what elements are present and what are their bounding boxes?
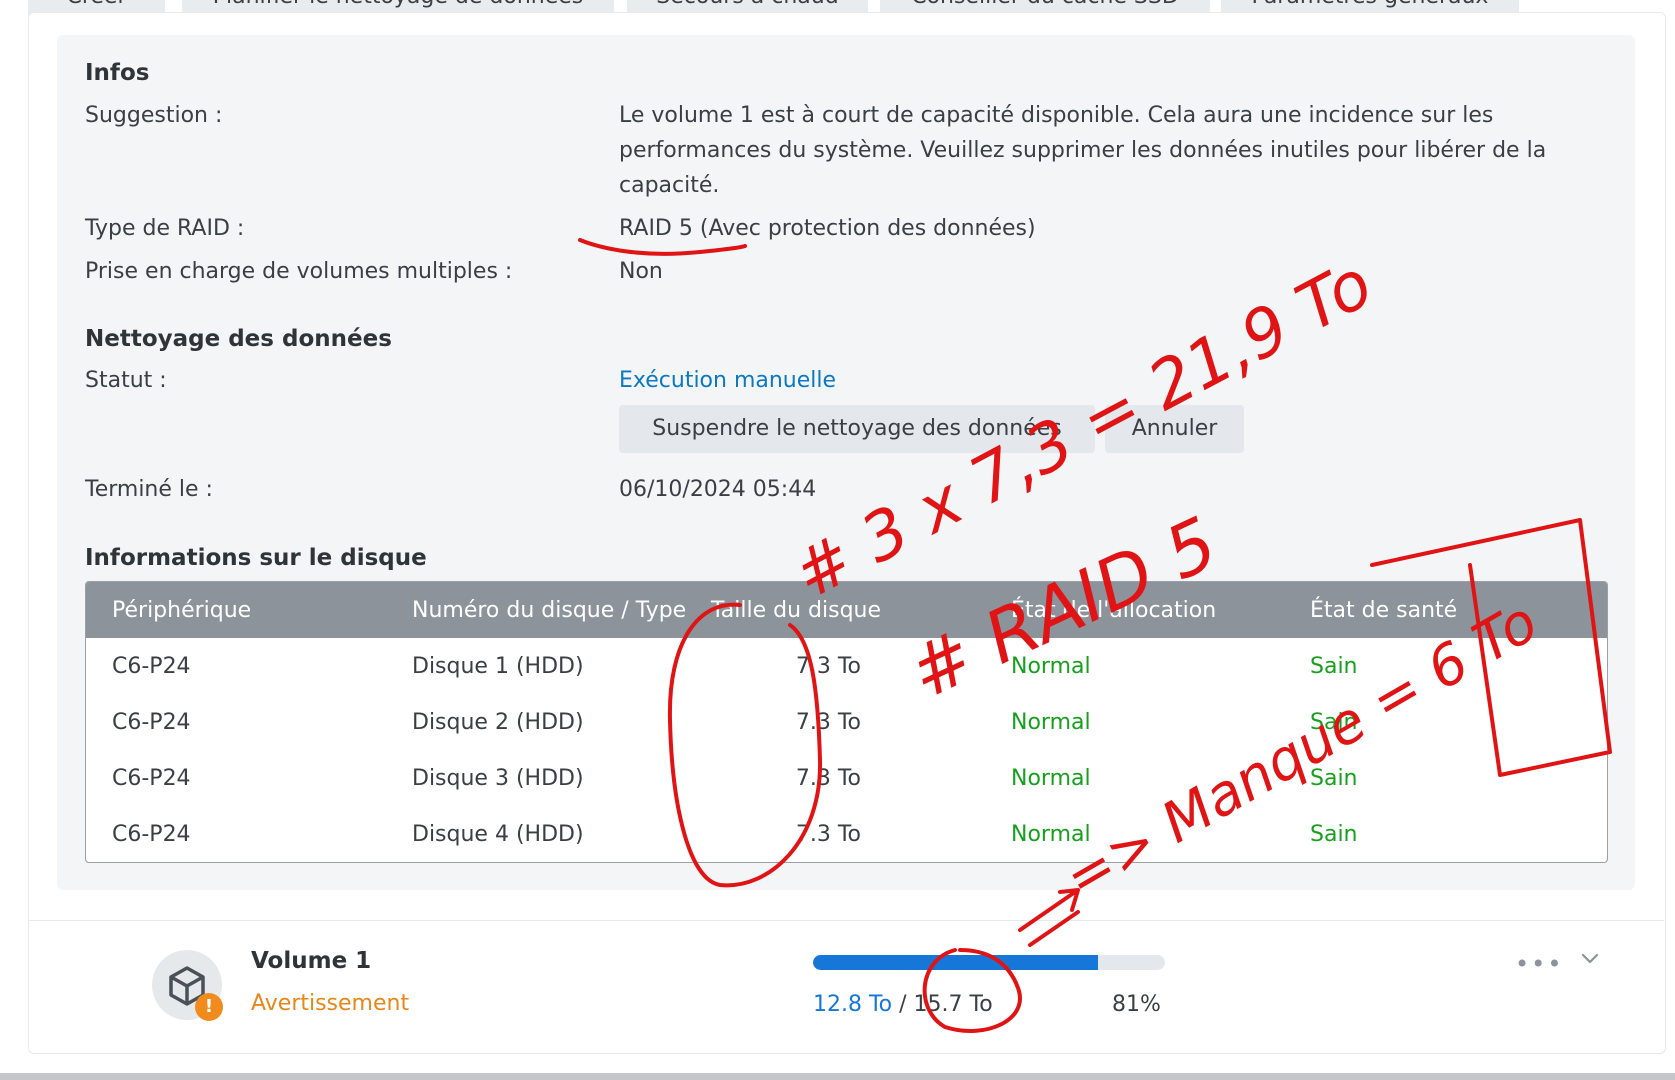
- cell-disk: Disque 1 (HDD): [412, 654, 584, 679]
- cell-allocation: Normal: [1011, 766, 1091, 791]
- cell-size: 7.3 To: [795, 710, 861, 735]
- more-options-icon[interactable]: •••: [1515, 950, 1563, 978]
- multi-volume-label: Prise en charge de volumes multiples :: [85, 259, 513, 284]
- scrub-done-value: 06/10/2024 05:44: [619, 477, 817, 502]
- suspend-scrub-button[interactable]: Suspendre le nettoyage des données: [619, 405, 1095, 453]
- warning-icon: !: [195, 993, 223, 1021]
- raid-type-value: RAID 5 (Avec protection des données): [619, 216, 1036, 241]
- volume-usage-bar: [813, 955, 1165, 970]
- scrub-title: Nettoyage des données: [85, 326, 392, 352]
- cell-size: 7.3 To: [795, 766, 861, 791]
- volume-percent: 81%: [1112, 992, 1161, 1017]
- cell-device: C6-P24: [112, 654, 191, 679]
- col-device[interactable]: Périphérique: [112, 598, 251, 623]
- suggestion-line-3: capacité.: [619, 173, 720, 198]
- bottom-scroll-edge: [0, 1073, 1675, 1080]
- cancel-scrub-button[interactable]: Annuler: [1105, 405, 1244, 453]
- volume-usage-text: 12.8 To / 15.7 To: [813, 992, 993, 1017]
- scrub-status-link[interactable]: Exécution manuelle: [619, 368, 836, 393]
- cell-disk: Disque 2 (HDD): [412, 710, 584, 735]
- suggestion-label: Suggestion :: [85, 103, 223, 128]
- cell-disk: Disque 3 (HDD): [412, 766, 584, 791]
- infos-title: Infos: [85, 60, 150, 86]
- cell-device: C6-P24: [112, 822, 191, 847]
- volume-name[interactable]: Volume 1: [251, 948, 371, 974]
- cell-allocation: Normal: [1011, 822, 1091, 847]
- volume-usage-fill: [813, 955, 1099, 970]
- scrub-done-label: Terminé le :: [85, 477, 213, 502]
- cell-allocation: Normal: [1011, 654, 1091, 679]
- col-health[interactable]: État de santé: [1310, 598, 1457, 623]
- suggestion-line-1: Le volume 1 est à court de capacité disp…: [619, 103, 1494, 128]
- disk-table-header: Périphérique Numéro du disque / Type Tai…: [86, 582, 1607, 638]
- cell-allocation: Normal: [1011, 710, 1091, 735]
- cell-health: Sain: [1310, 654, 1358, 679]
- cell-health: Sain: [1310, 766, 1358, 791]
- chevron-down-icon[interactable]: [1580, 948, 1600, 968]
- cell-device: C6-P24: [112, 766, 191, 791]
- disk-info-title: Informations sur le disque: [85, 545, 427, 571]
- col-disk-number[interactable]: Numéro du disque / Type: [412, 598, 686, 623]
- volume-used: 12.8 To: [813, 992, 893, 1017]
- section-divider: [28, 920, 1664, 921]
- volume-separator: /: [892, 992, 914, 1017]
- disk-table: Périphérique Numéro du disque / Type Tai…: [85, 581, 1608, 863]
- cell-disk: Disque 4 (HDD): [412, 822, 584, 847]
- scrub-status-label: Statut :: [85, 368, 167, 393]
- cell-health: Sain: [1310, 822, 1358, 847]
- col-allocation[interactable]: État de l'allocation: [1011, 598, 1216, 623]
- cell-size: 7.3 To: [795, 822, 861, 847]
- multi-volume-value: Non: [619, 259, 663, 284]
- cell-size: 7.3 To: [795, 654, 861, 679]
- cell-health: Sain: [1310, 710, 1358, 735]
- volume-status: Avertissement: [251, 991, 410, 1016]
- col-disk-size[interactable]: Taille du disque: [711, 598, 881, 623]
- raid-type-label: Type de RAID :: [85, 216, 245, 241]
- suggestion-line-2: performances du système. Veuillez suppri…: [619, 138, 1547, 163]
- volume-total: 15.7 To: [913, 992, 993, 1017]
- cell-device: C6-P24: [112, 710, 191, 735]
